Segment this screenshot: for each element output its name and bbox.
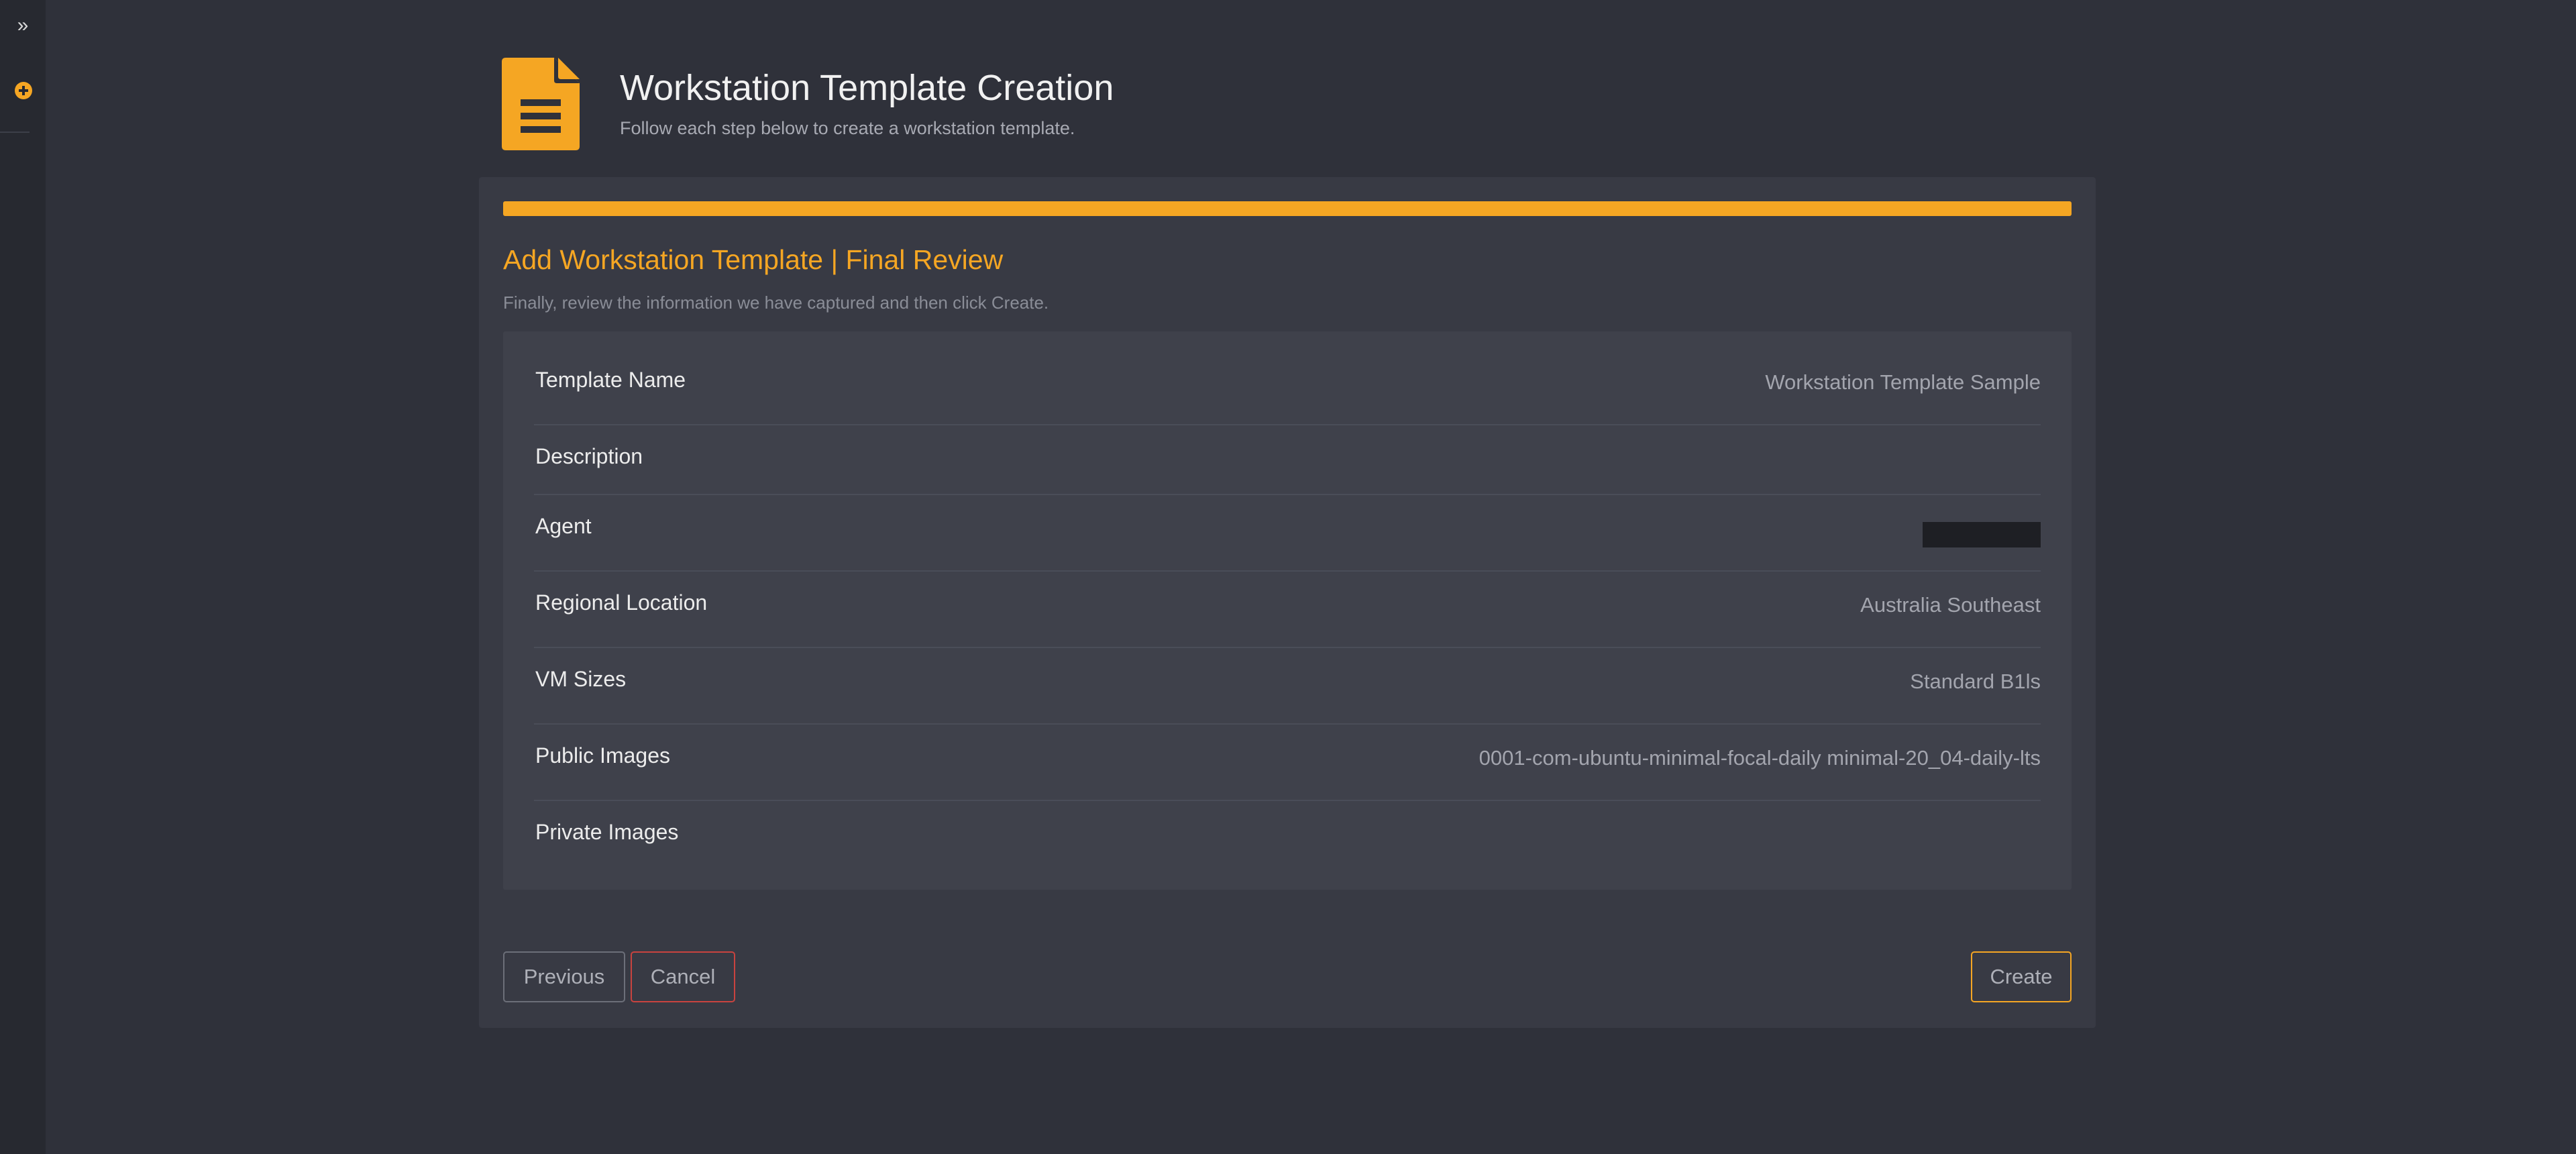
sidebar-divider [0,132,30,133]
row-label: VM Sizes [535,667,627,691]
review-row-regional-location: Regional Location Australia Southeast [534,572,2041,648]
row-label: Description [535,444,643,468]
sidebar: » [0,0,46,1154]
previous-button[interactable]: Previous [503,951,625,1002]
page-title: Workstation Template Creation [620,68,1114,108]
row-value: 0001-com-ubuntu-minimal-focal-daily mini… [1479,746,2041,770]
row-label: Template Name [535,368,686,392]
row-label: Public Images [535,743,670,768]
plus-circle-icon[interactable] [13,81,34,101]
progress-bar [503,201,2072,216]
create-button[interactable]: Create [1971,951,2072,1002]
review-row-description: Description [534,425,2041,495]
review-row-agent: Agent [534,495,2041,572]
review-summary: Template Name Workstation Template Sampl… [503,331,2072,890]
cancel-button[interactable]: Cancel [631,951,735,1002]
review-row-public-images: Public Images 0001-com-ubuntu-minimal-fo… [534,725,2041,801]
review-row-private-images: Private Images [534,801,2041,890]
row-label: Agent [535,514,592,538]
review-row-template-name: Template Name Workstation Template Sampl… [534,331,2041,425]
double-chevron-right-icon[interactable]: » [13,15,32,36]
review-row-vm-sizes: VM Sizes Standard B1ls [534,648,2041,725]
row-value: Australia Southeast [1860,593,2041,617]
redacted-value [1923,522,2041,547]
document-icon [502,58,580,150]
step-description: Finally, review the information we have … [503,293,1049,313]
row-value: Standard B1ls [1910,670,2041,693]
row-label: Regional Location [535,590,708,615]
page-subtitle: Follow each step below to create a works… [620,118,1075,138]
row-value: Workstation Template Sample [1765,370,2041,394]
row-label: Private Images [535,820,679,844]
wizard-panel: Add Workstation Template | Final Review … [479,177,2096,1028]
step-title: Add Workstation Template | Final Review [503,244,1004,275]
